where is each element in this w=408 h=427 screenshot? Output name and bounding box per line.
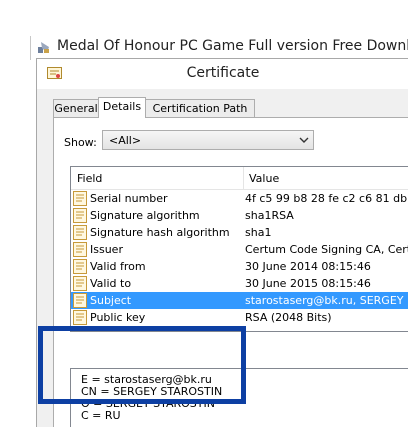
certificate-field-icon xyxy=(73,225,87,240)
window-title: Medal Of Honour PC Game Full version Fre… xyxy=(57,38,408,54)
field-value: 30 June 2014 08:15:46 xyxy=(245,260,371,273)
field-value: sha1RSA xyxy=(245,209,294,222)
field-name: Signature algorithm xyxy=(90,209,200,222)
field-value: RSA (2048 Bits) xyxy=(245,311,332,324)
field-name: Valid from xyxy=(90,260,146,273)
field-value: sha1 xyxy=(245,226,272,239)
certificate-field-icon xyxy=(73,242,87,257)
certificate-field-icon xyxy=(73,276,87,291)
list-item[interactable]: Issuer Certum Code Signing CA, Cert... xyxy=(71,241,408,258)
column-header-value[interactable]: Value xyxy=(249,172,279,185)
field-list[interactable]: Field Value Serial number 4f c5 99 b8 28 … xyxy=(70,166,408,332)
field-name: Issuer xyxy=(90,243,123,256)
chevron-down-icon xyxy=(299,137,309,143)
certificate-field-icon xyxy=(73,191,87,206)
list-item[interactable]: Signature algorithm sha1RSA xyxy=(71,207,408,224)
show-dropdown[interactable]: <All> xyxy=(102,130,314,150)
browser-window-title: Medal Of Honour PC Game Full version Fre… xyxy=(30,36,408,60)
field-name: Valid to xyxy=(90,277,132,290)
field-value: starostaserg@bk.ru, SERGEY ... xyxy=(245,294,408,307)
show-label: Show: xyxy=(64,136,97,149)
field-value: 4f c5 99 b8 28 fe c2 c6 81 db ... xyxy=(245,192,408,205)
column-divider[interactable] xyxy=(243,167,244,189)
field-name: Public key xyxy=(90,311,146,324)
certificate-field-icon xyxy=(73,259,87,274)
details-panel: Show: <All> Field Value Serial number 4f … xyxy=(53,117,408,427)
application-icon xyxy=(38,42,49,53)
list-item[interactable]: Serial number 4f c5 99 b8 28 fe c2 c6 81 … xyxy=(71,190,408,207)
list-item[interactable]: Subject starostaserg@bk.ru, SERGEY ... xyxy=(71,292,408,309)
list-header: Field Value xyxy=(71,167,408,190)
value-detail-box[interactable]: E = starostaserg@bk.ru CN = SERGEY STARO… xyxy=(70,368,408,427)
tab-details[interactable]: Details xyxy=(98,97,146,118)
field-name: Subject xyxy=(90,294,132,307)
list-item[interactable]: Valid to 30 June 2015 08:15:46 xyxy=(71,275,408,292)
certificate-field-icon xyxy=(73,310,87,325)
dialog-body: General Details Certification Path Show:… xyxy=(37,89,408,427)
certificate-field-icon xyxy=(73,208,87,223)
show-dropdown-value: <All> xyxy=(109,134,142,147)
list-item[interactable]: Signature hash algorithm sha1 xyxy=(71,224,408,241)
field-name: Signature hash algorithm xyxy=(90,226,230,239)
certificate-field-icon xyxy=(73,293,87,308)
tab-general[interactable]: General xyxy=(53,99,99,117)
column-header-field[interactable]: Field xyxy=(77,172,102,185)
certificate-dialog: Certificate General Details Certificatio… xyxy=(36,58,408,427)
detail-line: C = RU xyxy=(81,409,121,422)
list-item[interactable]: Valid from 30 June 2014 08:15:46 xyxy=(71,258,408,275)
field-value: Certum Code Signing CA, Cert... xyxy=(245,243,408,256)
field-name: Serial number xyxy=(90,192,168,205)
dialog-titlebar[interactable]: Certificate xyxy=(37,59,408,89)
tab-certification-path[interactable]: Certification Path xyxy=(145,99,255,117)
field-value: 30 June 2015 08:15:46 xyxy=(245,277,371,290)
list-item[interactable]: Public key RSA (2048 Bits) xyxy=(71,309,408,326)
dialog-title: Certificate xyxy=(186,65,260,81)
